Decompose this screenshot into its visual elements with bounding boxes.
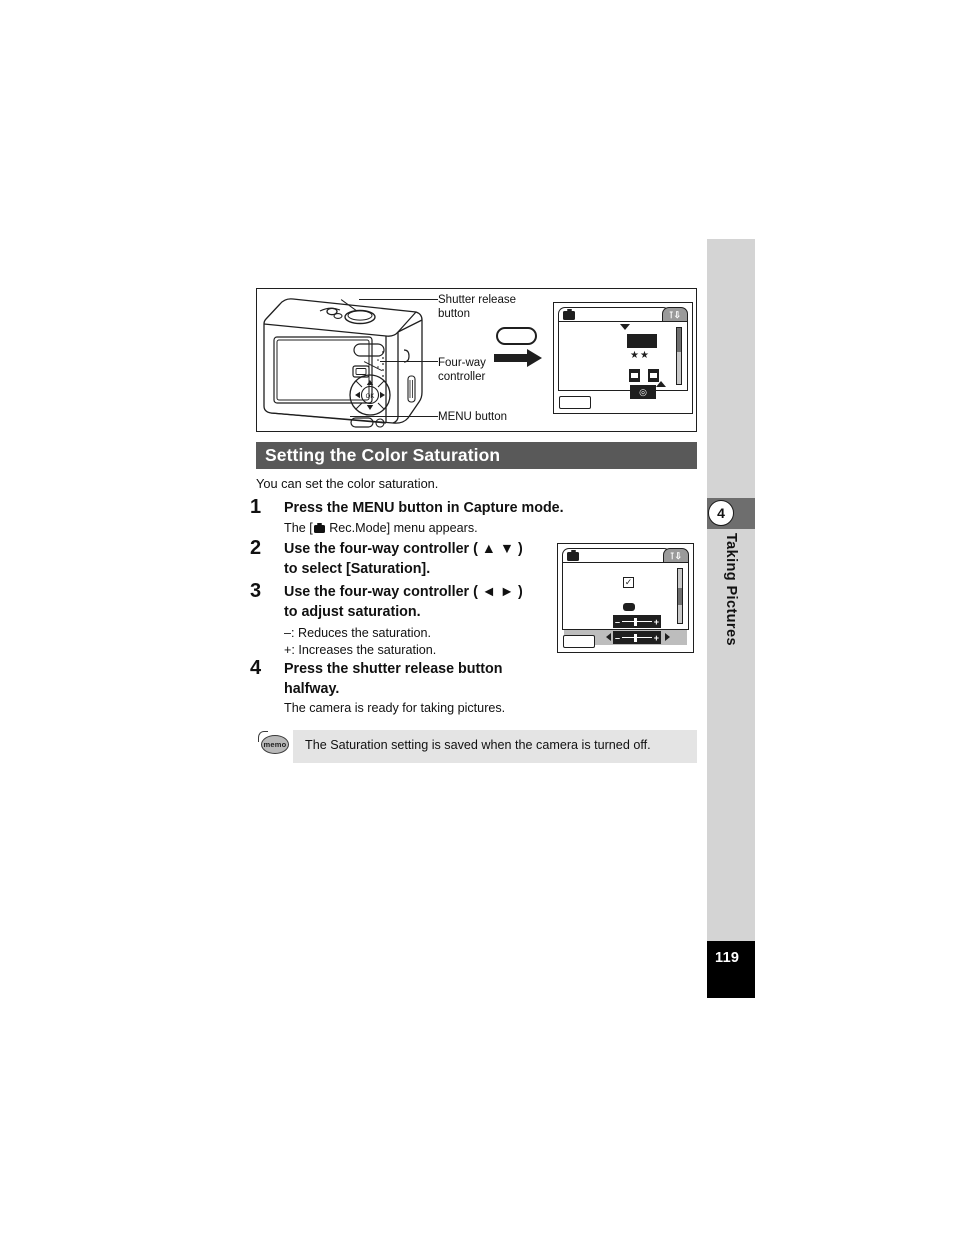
setup-wrench-icon: ⊺⇩ [668, 309, 682, 320]
lcd1-quality-stars: ★★ [630, 350, 650, 361]
lcd2-scrollbar[interactable] [677, 568, 683, 624]
leader-line-menu-horizontal [350, 416, 438, 418]
callout-shutter-release: Shutter release button [438, 293, 516, 321]
leader-line-fourway-horizontal [380, 361, 438, 363]
section-intro-text: You can set the color saturation. [256, 476, 439, 491]
step-3-title-line1: Use the four-way controller ( ◄ ► ) [284, 584, 523, 600]
step-3-title-line2: to adjust saturation. [284, 604, 421, 620]
page-title: Setting the Color Saturation [265, 445, 501, 465]
memo-badge-icon: memo [258, 731, 289, 755]
step-1-body: The [ Rec.Mode] menu appears. [284, 520, 478, 537]
step-3-body: –: Reduces the saturation. +: Increases … [284, 625, 436, 659]
lcd2-checkbox-icon: ✓ [623, 577, 634, 588]
svg-text:OK: OK [366, 394, 375, 400]
rec-mode-camera-icon [563, 308, 575, 320]
lcd2-contrast-minus: – [615, 616, 621, 627]
memo-ellipse: memo [261, 735, 289, 754]
lcd2-saturation-plus: + [653, 632, 659, 643]
lcd2-rec-mode-tab [562, 548, 672, 563]
callout-fourway-line2: controller [438, 371, 486, 383]
setup-wrench-icon: ⊺⇩ [669, 550, 683, 561]
lcd2-tabbar: ⊺⇩ [562, 548, 689, 563]
step-3-number: 3 [250, 580, 262, 602]
section-heading-bar: Setting the Color Saturation [256, 442, 697, 469]
callout-menu-line1: MENU button [438, 411, 508, 423]
step-1-body-suffix: Rec.Mode] menu appears. [325, 521, 478, 535]
lcd2-saturation-slider[interactable]: – + [613, 631, 661, 644]
step-4-body: The camera is ready for taking pictures. [284, 701, 506, 715]
callout-four-way-controller: Four-way controller [438, 356, 486, 384]
lcd1-scroll-down-indicator-icon [656, 381, 667, 387]
step-4-number: 4 [250, 657, 262, 679]
lcd1-metering-icon: ◎ [630, 385, 656, 399]
rec-mode-camera-icon [567, 549, 579, 561]
memo-text: The Saturation setting is saved when the… [305, 738, 651, 752]
memo-badge-label: memo [263, 740, 287, 749]
step-1-number: 1 [250, 496, 262, 518]
lcd2-display-area: ✓ – + – + [562, 562, 689, 645]
lcd2-contrast-plus: + [653, 616, 659, 627]
lcd1-rec-mode-tab [558, 307, 670, 322]
lcd2-sharpness-icon [623, 603, 635, 611]
transition-arrow-icon [494, 349, 542, 367]
lcd1-focus-frame-icon [629, 369, 659, 382]
menu-button-glyph-icon [496, 327, 537, 345]
step-4: 4 Press the shutter release button halfw… [250, 658, 700, 718]
callout-shutter-line2: button [438, 308, 470, 320]
step-1: 1 Press the MENU button in Capture mode.… [250, 497, 700, 537]
chapter-number-badge: 4 [708, 500, 734, 526]
callout-fourway-line1: Four-way [438, 357, 486, 369]
chapter-title-label: Taking Pictures [723, 533, 739, 646]
chapter-title: Taking Pictures [707, 533, 755, 693]
step-1-body-prefix: The [ [284, 521, 313, 535]
lcd-menu-screen: ⊺⇩ ✓ – + – + [557, 543, 694, 653]
page-number-label: 119 [715, 950, 740, 966]
lcd2-contrast-slider[interactable]: – + [613, 615, 661, 628]
lcd1-scroll-up-indicator-icon [620, 324, 631, 330]
step-4-title-line1: Press the shutter release button [284, 661, 503, 677]
lcd2-increase-arrow-icon[interactable] [665, 633, 670, 641]
step-1-title: Press the MENU button in Capture mode. [284, 500, 564, 516]
rec-mode-camera-icon [313, 522, 325, 533]
page-number-tab: 119 [707, 941, 755, 998]
memo-note: The Saturation setting is saved when the… [293, 730, 697, 763]
lcd1-display-area: ★★ ◎ [558, 321, 688, 399]
step-3-body-line1: –: Reduces the saturation. [284, 626, 432, 640]
step-2-number: 2 [250, 537, 262, 559]
camera-rear-illustration: OK [258, 290, 433, 430]
step-2-title-line1: Use the four-way controller ( ▲ ▼ ) [284, 541, 523, 557]
step-3-body-line2: +: Increases the saturation. [284, 643, 437, 657]
lcd1-mode-block [627, 334, 657, 348]
lcd2-setup-tab: ⊺⇩ [663, 548, 689, 563]
lcd1-scrollbar[interactable] [676, 327, 682, 385]
callout-shutter-line1: Shutter release [438, 294, 516, 306]
leader-line-shutter-horizontal [359, 299, 438, 301]
lcd2-saturation-minus: – [615, 632, 621, 643]
step-4-title-line2: halfway. [284, 681, 340, 697]
callout-menu-button: MENU button [438, 410, 507, 424]
lcd1-footer-button [559, 396, 591, 409]
lcd2-decrease-arrow-icon[interactable] [606, 633, 611, 641]
lcd1-setup-tab: ⊺⇩ [662, 307, 688, 322]
lcd1-tabbar: ⊺⇩ [558, 307, 688, 322]
step-2-title-line2: to select [Saturation]. [284, 561, 431, 577]
lcd2-footer-button [563, 635, 595, 648]
lcd-capture-screen: ⊺⇩ ★★ ◎ [553, 302, 693, 414]
